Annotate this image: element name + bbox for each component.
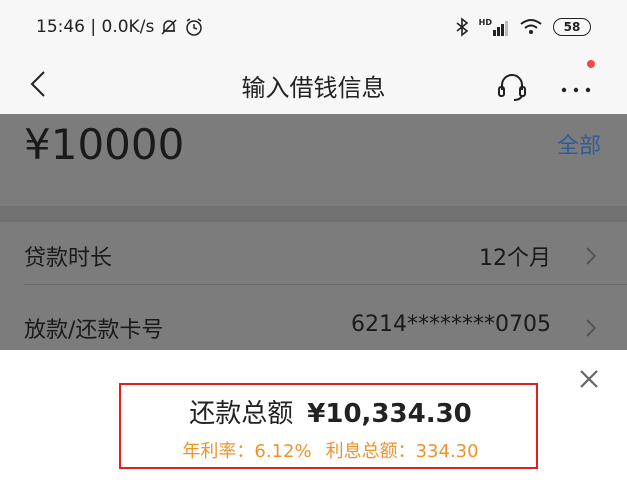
total-interest-value: 334.30 (415, 441, 479, 462)
more-icon[interactable] (556, 68, 596, 104)
total-interest-label: 利息总额： (325, 441, 416, 462)
battery-level: 58 (563, 20, 581, 34)
card-number-value: 6214********0705 (351, 312, 551, 337)
notification-dot-icon (587, 60, 595, 68)
all-amount-link[interactable]: 全部 (557, 128, 601, 160)
loan-term-label: 贷款时长 (24, 246, 113, 271)
nav-bar: 输入借钱信息 (0, 56, 627, 114)
loan-form-dimmed: ¥10000 全部 贷款时长 12个月 放款/还款卡号 6214********… (0, 114, 627, 350)
wifi-icon (520, 19, 542, 34)
loan-term-row[interactable]: 贷款时长 12个月 (0, 226, 627, 286)
repayment-summary: 还款总额 ¥10,334.30 年利率：6.12% 利息总额：334.30 (119, 383, 538, 469)
page-title: 输入借钱信息 (241, 74, 386, 102)
signal-icon (493, 21, 508, 36)
chevron-right-icon (586, 319, 597, 337)
close-icon[interactable] (576, 366, 602, 392)
headset-icon[interactable] (494, 68, 530, 104)
annual-rate-value: 6.12% (254, 441, 312, 462)
loan-amount: ¥10000 (24, 120, 185, 169)
total-repayment-label: 还款总额 (189, 399, 294, 429)
loan-term-value: 12个月 (479, 246, 551, 271)
section-divider (0, 206, 627, 222)
card-number-row[interactable]: 放款/还款卡号 6214********0705 (0, 298, 627, 358)
signal-group: HD (479, 18, 509, 36)
status-time-speed: 15:46 | 0.0K/s (36, 17, 155, 37)
bluetooth-icon (456, 17, 468, 37)
status-right: HD 58 (455, 17, 591, 37)
total-repayment-value: ¥10,334.30 (307, 399, 472, 429)
annual-rate-label: 年利率： (182, 441, 255, 462)
status-left: 15:46 | 0.0K/s (36, 17, 204, 37)
total-repayment: 还款总额 ¥10,334.30 (121, 393, 540, 430)
chevron-right-icon (586, 247, 597, 265)
status-bar: 15:46 | 0.0K/s HD 58 (0, 0, 627, 56)
alarm-icon (186, 18, 203, 36)
hd-label: HD (478, 18, 492, 27)
battery-icon: 58 (553, 18, 591, 36)
row-divider (24, 284, 627, 285)
rate-interest-line: 年利率：6.12% 利息总额：334.30 (121, 437, 540, 463)
bell-muted-icon (161, 19, 177, 35)
repayment-sheet: 还款总额 ¥10,334.30 年利率：6.12% 利息总额：334.30 (0, 350, 627, 480)
card-number-label: 放款/还款卡号 (24, 318, 164, 343)
